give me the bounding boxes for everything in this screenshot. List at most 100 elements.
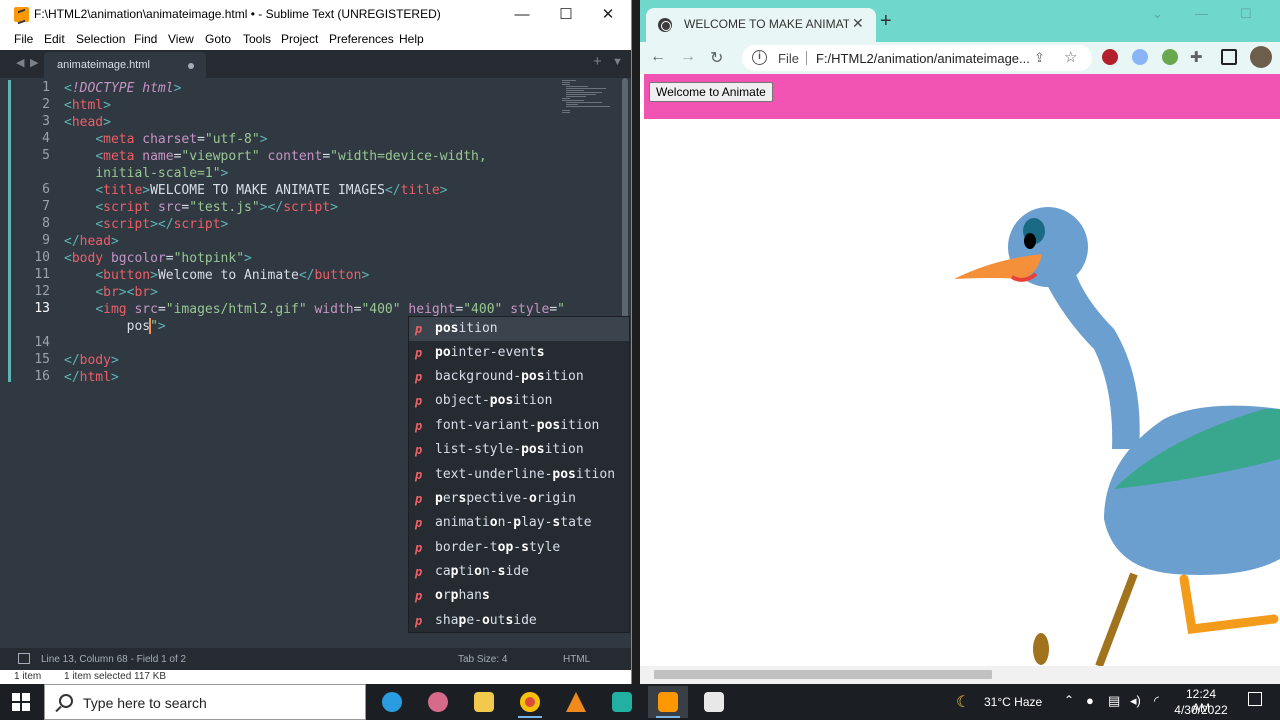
menu-help[interactable]: Help bbox=[399, 32, 424, 46]
page-horizontal-scrollbar[interactable] bbox=[640, 666, 1280, 684]
menubar: File Edit Selection Find View Goto Tools… bbox=[0, 30, 631, 50]
sublime-text-icon[interactable] bbox=[648, 686, 688, 718]
sublime-window: F:\HTML2\animation\animateimage.html • -… bbox=[0, 0, 632, 684]
reload-icon[interactable]: ↻ bbox=[710, 48, 723, 68]
autocomplete-item[interactable]: p background-position bbox=[409, 365, 629, 389]
visual-studio-code-icon[interactable] bbox=[602, 686, 642, 718]
network-icon[interactable]: ▤ bbox=[1108, 693, 1120, 709]
code-line: <meta charset="utf-8"> bbox=[95, 132, 268, 147]
notepad-icon[interactable] bbox=[694, 686, 734, 718]
scheme-label: File bbox=[778, 51, 799, 66]
explorer-selection: 1 item selected 117 KB bbox=[64, 671, 167, 682]
code-line: </head> bbox=[64, 234, 119, 249]
extensions-puzzle-icon[interactable]: ✚ bbox=[1190, 48, 1203, 66]
tab-size[interactable]: Tab Size: 4 bbox=[458, 654, 507, 665]
paint-icon[interactable] bbox=[418, 686, 458, 718]
menu-project[interactable]: Project bbox=[281, 32, 318, 46]
wifi-icon[interactable]: ◜ bbox=[1154, 693, 1159, 709]
info-icon[interactable]: i bbox=[752, 50, 767, 65]
autocomplete-item[interactable]: p text-underline-position bbox=[409, 463, 629, 487]
file-explorer-icon[interactable] bbox=[464, 686, 504, 718]
extension-lens-icon[interactable] bbox=[1132, 49, 1148, 65]
explorer-status-strip: 1 item 1 item selected 117 KB bbox=[0, 670, 631, 684]
weather-moon-icon[interactable]: ☾ bbox=[956, 692, 970, 712]
autocomplete-popup: p position p pointer-events p background-po… bbox=[408, 316, 630, 633]
autocomplete-item[interactable]: p position bbox=[409, 317, 629, 341]
close-button[interactable]: ✕ bbox=[588, 2, 628, 28]
menu-preferences[interactable]: Preferences bbox=[329, 32, 394, 46]
line-number: 14 bbox=[34, 335, 50, 350]
share-icon[interactable]: ⇪ bbox=[1034, 50, 1045, 66]
menu-edit[interactable]: Edit bbox=[44, 32, 65, 46]
minimap[interactable] bbox=[560, 78, 610, 118]
line-number: 10 bbox=[34, 250, 50, 265]
extension-block-icon[interactable] bbox=[1102, 49, 1118, 65]
line-number: 11 bbox=[34, 267, 50, 282]
weather-text[interactable]: 31°C Haze bbox=[984, 695, 1042, 709]
menu-tools[interactable]: Tools bbox=[243, 32, 271, 46]
maximize-button[interactable]: ☐ bbox=[1240, 6, 1252, 22]
extension-drive-icon[interactable] bbox=[1162, 49, 1178, 65]
chrome-icon[interactable] bbox=[510, 686, 550, 718]
line-number: 1 bbox=[42, 80, 50, 95]
animated-bird-image bbox=[954, 207, 1280, 666]
autocomplete-item[interactable]: p orphans bbox=[409, 584, 629, 608]
notifications-icon[interactable] bbox=[1248, 692, 1262, 706]
autocomplete-item[interactable]: p pointer-events bbox=[409, 341, 629, 365]
close-tab-icon[interactable]: ✕ bbox=[852, 15, 864, 32]
new-tab-icon[interactable]: + bbox=[593, 53, 602, 70]
tab-search-icon[interactable]: ⌄ bbox=[1152, 6, 1163, 22]
microphone-icon[interactable]: ● bbox=[1086, 693, 1094, 708]
new-tab-button[interactable]: + bbox=[880, 10, 892, 33]
panel-toggle-icon[interactable] bbox=[18, 653, 30, 664]
sublime-logo-icon bbox=[14, 7, 29, 22]
syntax-mode[interactable]: HTML bbox=[563, 654, 590, 665]
autocomplete-item[interactable]: p list-style-position bbox=[409, 438, 629, 462]
forward-icon[interactable]: → bbox=[680, 48, 696, 66]
minimize-button[interactable]: — bbox=[1195, 6, 1208, 21]
back-icon[interactable]: ← bbox=[650, 48, 666, 66]
menu-view[interactable]: View bbox=[168, 32, 194, 46]
maximize-button[interactable]: ☐ bbox=[546, 2, 586, 28]
menu-goto[interactable]: Goto bbox=[205, 32, 231, 46]
search-icon bbox=[59, 694, 73, 708]
line-number: 2 bbox=[42, 97, 50, 112]
vlc-icon[interactable] bbox=[556, 686, 596, 718]
menu-find[interactable]: Find bbox=[134, 32, 157, 46]
bookmark-star-icon[interactable]: ☆ bbox=[1064, 48, 1077, 66]
autocomplete-item[interactable]: p animation-play-state bbox=[409, 511, 629, 535]
volume-icon[interactable]: ◂) bbox=[1130, 693, 1141, 709]
tab-next-icon[interactable]: ▶ bbox=[30, 56, 38, 69]
autocomplete-item[interactable]: p border-top-style bbox=[409, 536, 629, 560]
autocomplete-item[interactable]: p caption-side bbox=[409, 560, 629, 584]
menu-selection[interactable]: Selection bbox=[76, 32, 125, 46]
edge-icon[interactable] bbox=[372, 686, 412, 718]
tab-prev-icon[interactable]: ◀ bbox=[16, 56, 24, 69]
start-button[interactable] bbox=[12, 693, 30, 711]
line-number: 7 bbox=[42, 199, 50, 214]
autocomplete-item[interactable]: p shape-outside bbox=[409, 609, 629, 633]
autocomplete-item[interactable]: p font-variant-position bbox=[409, 414, 629, 438]
browser-tab[interactable]: WELCOME TO MAKE ANIMATE IMAGES ✕ bbox=[646, 8, 876, 42]
line-number: 9 bbox=[42, 233, 50, 248]
line-number: 3 bbox=[42, 114, 50, 129]
welcome-button[interactable]: Welcome to Animate bbox=[649, 82, 773, 102]
minimize-button[interactable]: — bbox=[502, 2, 542, 28]
tab-animateimage[interactable]: animateimage.html bbox=[44, 52, 206, 78]
chevron-up-icon[interactable]: ⌃ bbox=[1064, 693, 1074, 707]
reading-list-icon[interactable] bbox=[1221, 49, 1237, 65]
autocomplete-item[interactable]: p object-position bbox=[409, 389, 629, 413]
profile-avatar[interactable] bbox=[1250, 46, 1272, 68]
taskbar-search[interactable]: Type here to search bbox=[44, 684, 366, 720]
clock-date[interactable]: 4/30/2022 bbox=[1174, 703, 1228, 717]
line-number: 16 bbox=[34, 369, 50, 384]
unsaved-dot-icon[interactable] bbox=[188, 63, 194, 69]
autocomplete-item[interactable]: p perspective-origin bbox=[409, 487, 629, 511]
menu-file[interactable]: File bbox=[14, 32, 33, 46]
line-number: 4 bbox=[42, 131, 50, 146]
browser-tab-title: WELCOME TO MAKE ANIMATE IMAGES bbox=[684, 17, 849, 31]
code-line: <body bgcolor="hotpink"> bbox=[64, 251, 252, 266]
windows-taskbar: Type here to search ☾ 31°C Haze ⌃ ● ▤ ◂)… bbox=[0, 684, 1280, 720]
code-line: <br><br> bbox=[95, 285, 158, 300]
tab-menu-icon[interactable]: ▼ bbox=[612, 56, 623, 68]
